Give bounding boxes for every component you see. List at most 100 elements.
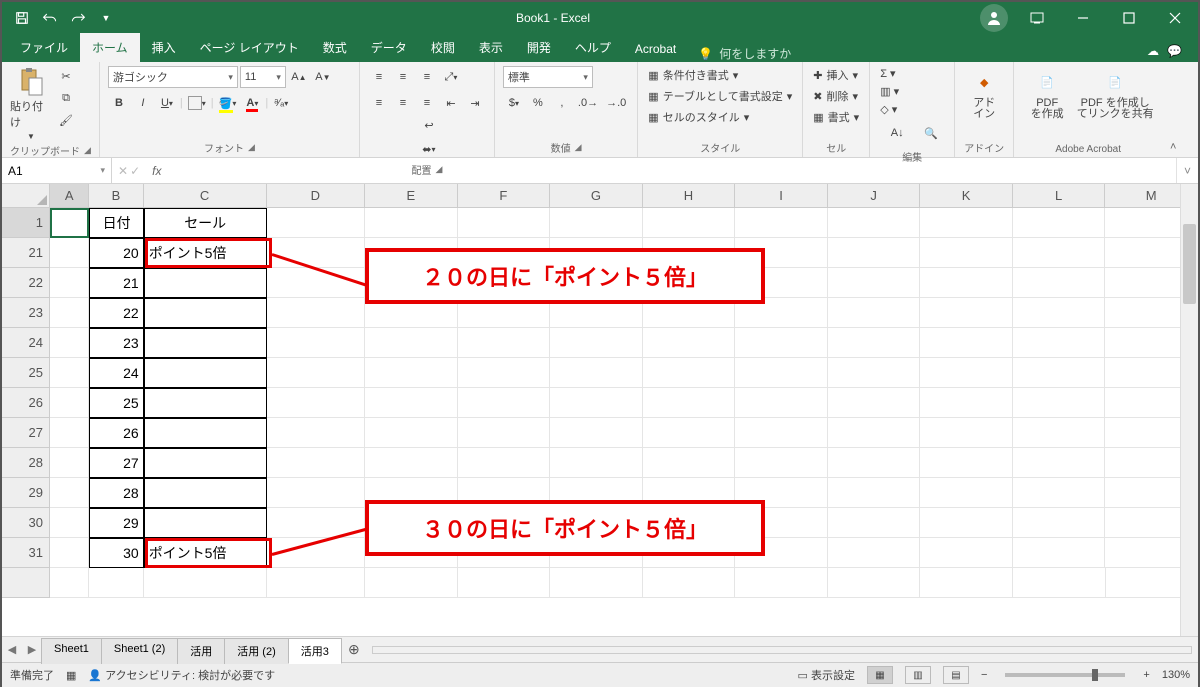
zoom-out-button[interactable]: − xyxy=(981,669,987,681)
tab-挿入[interactable]: 挿入 xyxy=(140,33,188,62)
save-icon[interactable] xyxy=(10,6,34,30)
cell-D22[interactable] xyxy=(267,268,365,298)
zoom-slider[interactable] xyxy=(1005,673,1125,677)
cell-A1[interactable] xyxy=(50,208,89,238)
comma-format-icon[interactable]: , xyxy=(551,92,573,114)
cell-G1[interactable] xyxy=(550,208,643,238)
cell-H28[interactable] xyxy=(643,448,736,478)
font-color-button[interactable]: A▾ xyxy=(241,92,263,114)
cell-D25[interactable] xyxy=(267,358,365,388)
cell-E1[interactable] xyxy=(365,208,458,238)
wrap-text-icon[interactable]: ↩ xyxy=(372,114,486,136)
cell-J31[interactable] xyxy=(828,538,921,568)
cell-Lx[interactable] xyxy=(1013,568,1106,598)
cell-H27[interactable] xyxy=(643,418,736,448)
cell-E24[interactable] xyxy=(365,328,458,358)
status-record-icon[interactable]: ▦ xyxy=(66,669,76,682)
tab-表示[interactable]: 表示 xyxy=(467,33,515,62)
cell-Ax[interactable] xyxy=(50,568,89,598)
cell-A31[interactable] xyxy=(50,538,89,568)
cell-E28[interactable] xyxy=(365,448,458,478)
spreadsheet-grid[interactable]: ABCDEFGHIJKLM 12122232425262728293031 日付… xyxy=(2,184,1198,636)
alignment-dialog-launcher[interactable]: ◢ xyxy=(435,164,442,175)
cell-E25[interactable] xyxy=(365,358,458,388)
col-header-F[interactable]: F xyxy=(458,184,551,207)
row-header-30[interactable]: 30 xyxy=(2,508,49,538)
select-all-corner[interactable] xyxy=(2,184,50,208)
cell-Gx[interactable] xyxy=(550,568,643,598)
cell-A29[interactable] xyxy=(50,478,89,508)
sheet-tab-Sheet1 (2)[interactable]: Sheet1 (2) xyxy=(101,638,178,664)
align-left-icon[interactable]: ≡ xyxy=(368,92,390,114)
cell-L1[interactable] xyxy=(1013,208,1106,238)
cell-C26[interactable] xyxy=(144,388,267,418)
cell-K25[interactable] xyxy=(920,358,1013,388)
page-layout-view-icon[interactable]: ▥ xyxy=(905,666,931,684)
align-right-icon[interactable]: ≡ xyxy=(416,92,438,114)
normal-view-icon[interactable]: ▦ xyxy=(867,666,893,684)
cell-G28[interactable] xyxy=(550,448,643,478)
cell-A30[interactable] xyxy=(50,508,89,538)
tab-データ[interactable]: データ xyxy=(359,33,419,62)
cell-F27[interactable] xyxy=(458,418,551,448)
comments-icon[interactable]: 💬 xyxy=(1167,44,1182,58)
cell-H25[interactable] xyxy=(643,358,736,388)
zoom-in-button[interactable]: + xyxy=(1143,669,1149,681)
font-dialog-launcher[interactable]: ◢ xyxy=(248,142,255,153)
align-center-icon[interactable]: ≡ xyxy=(392,92,414,114)
tab-ホーム[interactable]: ホーム xyxy=(80,33,140,62)
cell-Ix[interactable] xyxy=(735,568,828,598)
number-dialog-launcher[interactable]: ◢ xyxy=(575,142,582,153)
cell-B26[interactable]: 25 xyxy=(89,388,143,418)
cell-J26[interactable] xyxy=(828,388,921,418)
cell-K28[interactable] xyxy=(920,448,1013,478)
cell-F1[interactable] xyxy=(458,208,551,238)
row-header-23[interactable]: 23 xyxy=(2,298,49,328)
cell-C28[interactable] xyxy=(144,448,267,478)
maximize-button[interactable] xyxy=(1106,2,1152,34)
align-bottom-icon[interactable]: ≡ xyxy=(416,66,438,88)
col-header-B[interactable]: B xyxy=(89,184,143,207)
cell-L30[interactable] xyxy=(1013,508,1106,538)
cell-I24[interactable] xyxy=(735,328,828,358)
cell-L24[interactable] xyxy=(1013,328,1106,358)
cell-K21[interactable] xyxy=(920,238,1013,268)
cell-B30[interactable]: 29 xyxy=(89,508,143,538)
name-box[interactable]: A1▾ xyxy=(2,158,112,183)
cell-C29[interactable] xyxy=(144,478,267,508)
cell-D26[interactable] xyxy=(267,388,365,418)
cell-C25[interactable] xyxy=(144,358,267,388)
cell-Fx[interactable] xyxy=(458,568,551,598)
cell-J30[interactable] xyxy=(828,508,921,538)
cell-K1[interactable] xyxy=(920,208,1013,238)
cell-L31[interactable] xyxy=(1013,538,1106,568)
cell-L26[interactable] xyxy=(1013,388,1106,418)
cell-D23[interactable] xyxy=(267,298,365,328)
zoom-level[interactable]: 130% xyxy=(1162,669,1190,681)
paste-button[interactable]: 貼り付け ▼ xyxy=(10,66,52,141)
cell-I1[interactable] xyxy=(735,208,828,238)
cell-A28[interactable] xyxy=(50,448,89,478)
share-pdf-button[interactable]: 📄 PDF を作成し てリンクを共有 xyxy=(1076,66,1154,120)
cell-E26[interactable] xyxy=(365,388,458,418)
cell-E27[interactable] xyxy=(365,418,458,448)
cell-A22[interactable] xyxy=(50,268,89,298)
sheet-tab-活用[interactable]: 活用 xyxy=(177,638,225,664)
cell-C30[interactable] xyxy=(144,508,267,538)
cell-L28[interactable] xyxy=(1013,448,1106,478)
col-header-I[interactable]: I xyxy=(735,184,828,207)
cell-A25[interactable] xyxy=(50,358,89,388)
expand-formula-bar-icon[interactable]: ˅ xyxy=(1176,158,1198,183)
row-header-1[interactable]: 1 xyxy=(2,208,49,238)
merge-center-icon[interactable]: ⬌▾ xyxy=(372,138,486,160)
col-header-K[interactable]: K xyxy=(920,184,1013,207)
cell-J29[interactable] xyxy=(828,478,921,508)
cell-Kx[interactable] xyxy=(920,568,1013,598)
cell-C31[interactable]: ポイント5倍 xyxy=(144,538,267,568)
delete-cells-button[interactable]: ✖ 削除 ▾ xyxy=(811,87,860,105)
new-sheet-button[interactable]: ⊕ xyxy=(342,641,366,658)
cell-K23[interactable] xyxy=(920,298,1013,328)
bold-button[interactable]: B xyxy=(108,92,130,114)
cell-L27[interactable] xyxy=(1013,418,1106,448)
percent-format-icon[interactable]: % xyxy=(527,92,549,114)
